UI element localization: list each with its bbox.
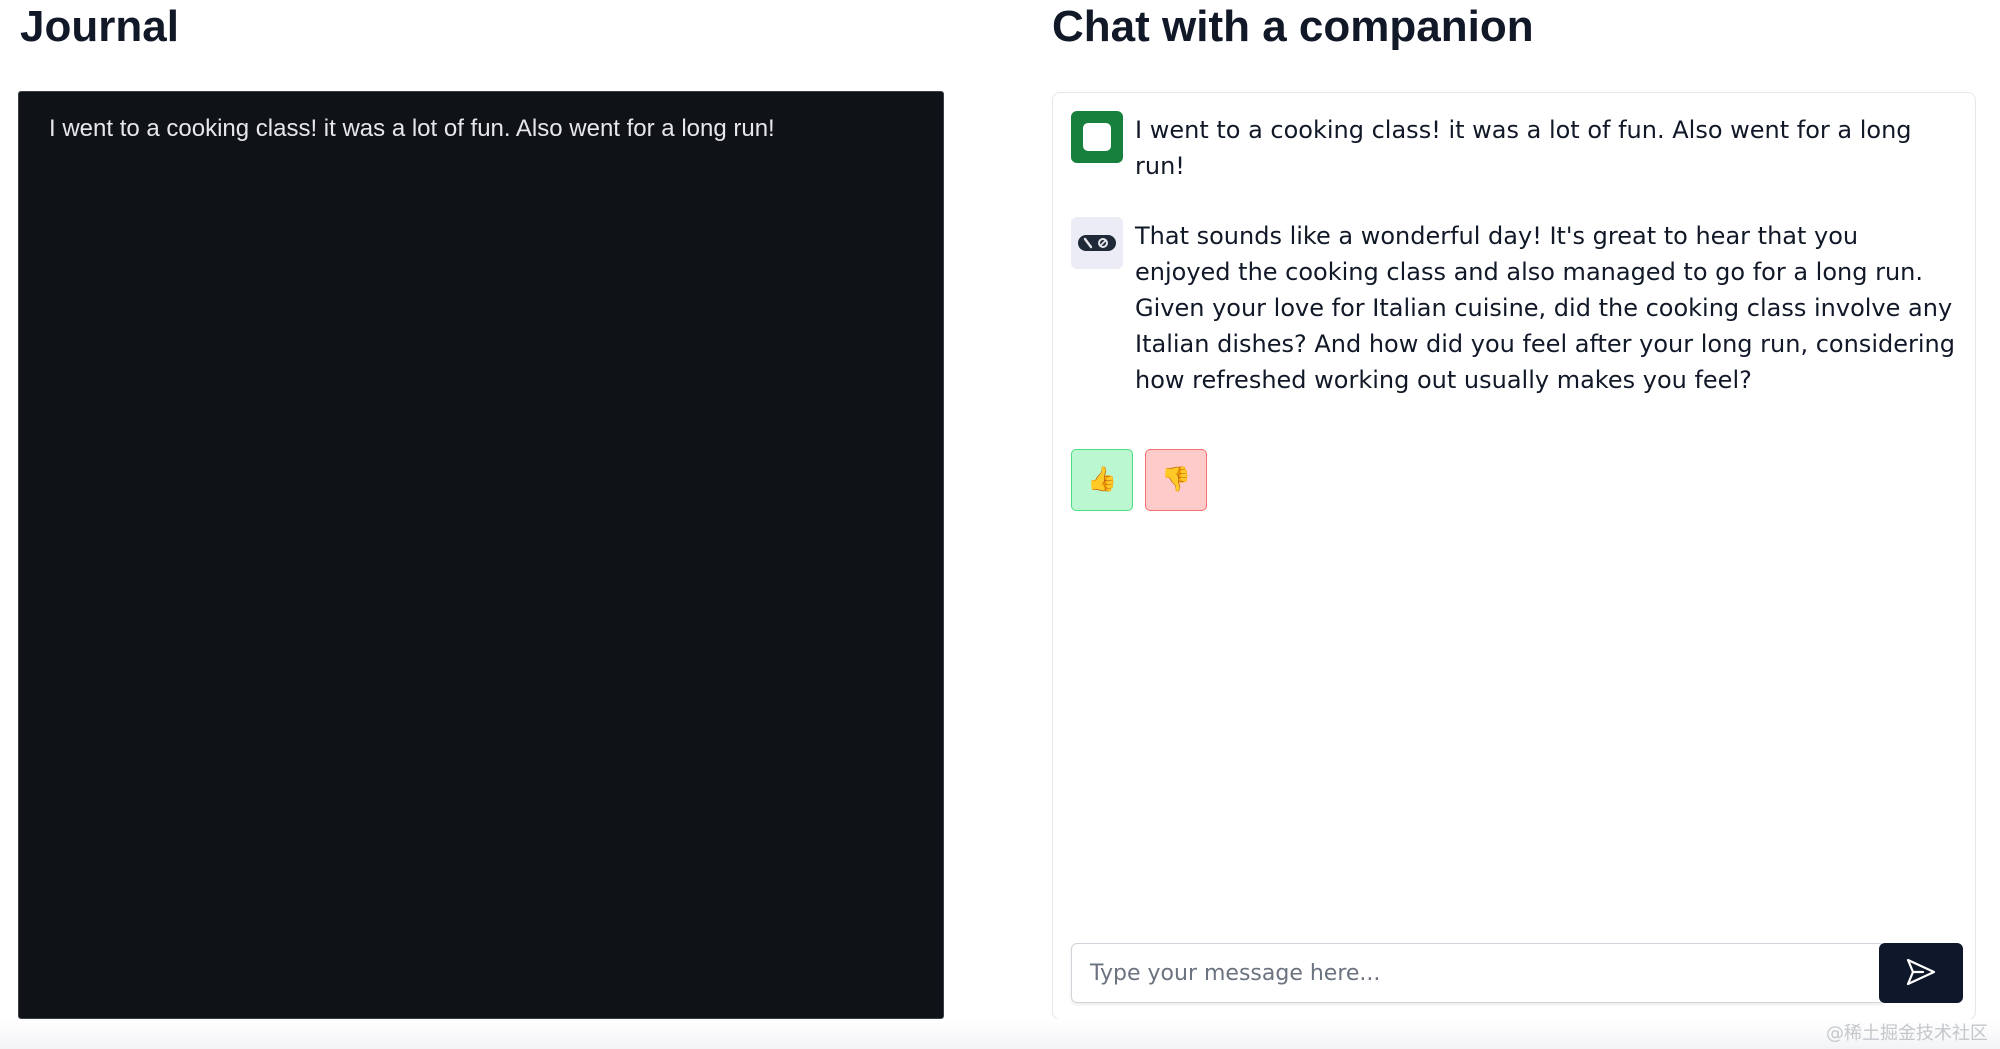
- user-message-text: I went to a cooking class! it was a lot …: [1135, 116, 1912, 180]
- chat-panel: I went to a cooking class! it was a lot …: [1052, 92, 1976, 1020]
- thumbs-up-button[interactable]: 👍: [1071, 449, 1133, 511]
- feedback-buttons: 👍 👎: [1071, 449, 1207, 511]
- assistant-message: That sounds like a wonderful day! It's g…: [1071, 217, 1957, 398]
- bottom-bar: @稀土掘金技术社区: [0, 1019, 2000, 1049]
- thumbs-down-icon: 👎: [1161, 466, 1191, 493]
- message-composer: [1071, 943, 1963, 1003]
- watermark-text: @稀土掘金技术社区: [1826, 1023, 1988, 1044]
- journal-editor[interactable]: I went to a cooking class! it was a lot …: [18, 91, 944, 1019]
- message-input[interactable]: [1071, 943, 1885, 1003]
- journal-title: Journal: [20, 2, 179, 51]
- thumbs-down-button[interactable]: 👎: [1145, 449, 1207, 511]
- user-avatar-icon: [1071, 111, 1123, 163]
- bot-avatar-icon: [1071, 217, 1123, 269]
- send-icon: [1905, 957, 1937, 990]
- journal-entry-text[interactable]: I went to a cooking class! it was a lot …: [49, 112, 913, 146]
- assistant-message-text: That sounds like a wonderful day! It's g…: [1135, 222, 1955, 394]
- thumbs-up-icon: 👍: [1087, 466, 1117, 493]
- app-page: Journal Chat with a companion I went to …: [0, 0, 2000, 1049]
- user-message: I went to a cooking class! it was a lot …: [1071, 111, 1957, 184]
- send-button[interactable]: [1879, 943, 1963, 1003]
- chat-title: Chat with a companion: [1052, 2, 1534, 51]
